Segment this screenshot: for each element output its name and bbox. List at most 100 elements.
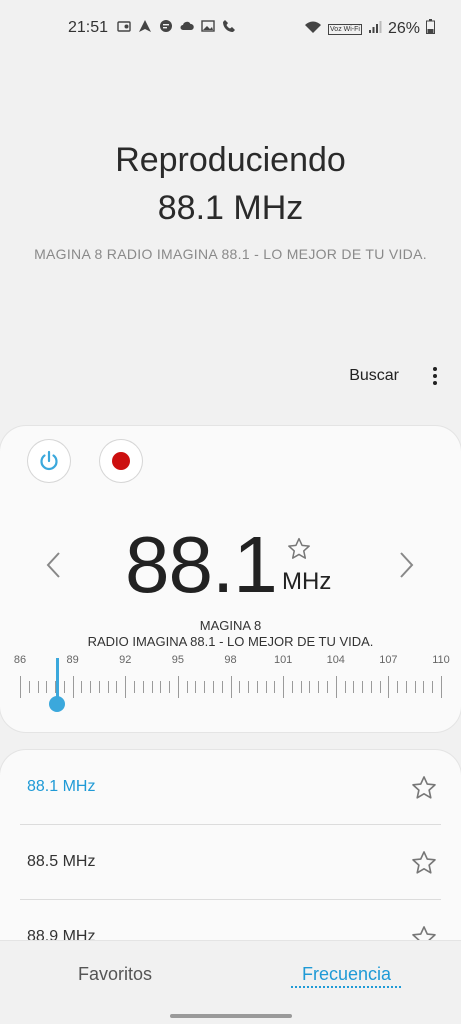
tuner-card: 88.1 MHz MAGINA 8 RADIO IMAGINA 88.1 - L… [0,426,461,732]
scale-tick [177,676,179,698]
toolbar: Buscar [349,364,441,388]
battery-icon [426,19,435,39]
power-button[interactable] [28,440,70,482]
scale-tick [195,681,197,693]
scale-tick [291,681,293,693]
tuner-needle-handle[interactable] [49,696,65,712]
scale-tick [72,676,74,698]
status-right: Voz Wi-Fi 26% [304,19,435,39]
scale-tick [423,681,425,693]
chevron-right-icon [400,552,414,578]
tab-favorites[interactable]: Favoritos [78,964,152,985]
scale-tick [134,681,136,693]
scale-tick [230,676,232,698]
scale-label: 107 [379,654,398,666]
frequency-scale-labels: 86 89 92 95 98 101 104 107 110 [0,654,461,670]
scale-tick [326,681,328,693]
scale-tick [37,681,39,693]
scale-tick [221,681,223,693]
volte-icon: Voz Wi-Fi [328,23,362,35]
bottom-tab-bar: Favoritos Frecuencia [0,950,461,1000]
star-icon[interactable] [410,774,438,807]
scale-tick [362,681,364,693]
scale-tick [414,681,416,693]
frequency-scale[interactable] [0,676,461,706]
battery-percent: 26% [387,20,420,37]
list-item[interactable]: 88.9 MHz [0,900,461,940]
now-playing-title: Reproduciendo [115,141,346,179]
scale-tick [160,681,162,693]
record-button[interactable] [100,440,142,482]
tab-frequency[interactable]: Frecuencia [302,964,391,985]
scale-tick [283,676,285,698]
scale-tick [239,681,241,693]
scale-tick [186,681,188,693]
station-label: 88.9 MHz [27,928,96,940]
scale-tick [318,681,320,693]
scale-tick [274,681,276,693]
rds-station-text: RADIO IMAGINA 88.1 - LO MEJOR DE TU VIDA… [87,634,374,649]
favorite-star-icon[interactable] [286,536,312,567]
star-icon[interactable] [410,924,438,940]
scale-tick [107,681,109,693]
scale-tick [256,681,258,693]
scale-tick [212,681,214,693]
more-vert-icon[interactable] [429,364,441,388]
tuner-frequency: 88.1 [125,520,278,609]
scale-label: 110 [432,654,450,666]
scale-tick [90,681,92,693]
now-playing-header: Reproduciendo 88.1 MHz MAGINA 8 RADIO IM… [0,140,461,262]
frequency-unit: MHz [282,568,332,595]
scale-tick [28,681,30,693]
status-time: 21:51 [68,19,109,36]
scale-label: 92 [119,654,132,666]
scale-tick [81,681,83,693]
cloud-icon [180,19,194,33]
scale-label: 101 [273,654,293,666]
signal-icon [368,20,382,39]
list-item[interactable]: 88.5 MHz [0,825,461,900]
scale-tick [125,676,127,698]
scale-label: 86 [13,654,27,666]
scale-tick [116,681,118,693]
station-list: 88.1 MHz 88.5 MHz 88.9 MHz [0,750,461,940]
scale-tick [379,681,381,693]
scale-label: 95 [171,654,184,666]
previous-station-button[interactable] [44,550,64,585]
home-indicator[interactable] [170,1014,292,1018]
now-playing-station: MAGINA 8 RADIO IMAGINA 88.1 - LO MEJOR D… [34,246,427,262]
scale-label: 104 [326,654,345,666]
star-icon[interactable] [410,849,438,882]
scale-tick [397,681,399,693]
scale-tick [432,681,434,693]
record-icon [112,452,130,470]
wifi-icon [304,20,322,39]
search-button[interactable]: Buscar [349,367,399,385]
rds-station-name: MAGINA 8 [199,618,262,633]
list-item[interactable]: 88.1 MHz [0,750,461,825]
scale-tick [309,681,311,693]
scale-tick [142,681,144,693]
status-bar: 21:51 Voz Wi-Fi 26% [0,0,461,56]
station-label: 88.5 MHz [27,853,96,870]
image-icon [201,19,215,33]
call-icon [222,19,236,33]
scale-label: 98 [224,654,237,666]
scale-tick [405,681,407,693]
navigation-icon [138,19,152,33]
scale-tick [46,681,48,693]
scale-tick [370,681,372,693]
now-playing-frequency: 88.1 MHz [157,189,304,227]
radio-icon [117,19,131,33]
scale-tick [300,681,302,693]
scale-tick [169,681,171,693]
notification-icons [117,19,236,33]
power-icon [40,450,58,471]
scale-tick [20,676,21,698]
scale-tick [63,681,65,693]
station-label: 88.1 MHz [27,778,96,795]
next-station-button[interactable] [396,550,416,585]
scale-tick [441,676,442,698]
scale-tick [98,681,100,693]
scale-tick [151,681,153,693]
